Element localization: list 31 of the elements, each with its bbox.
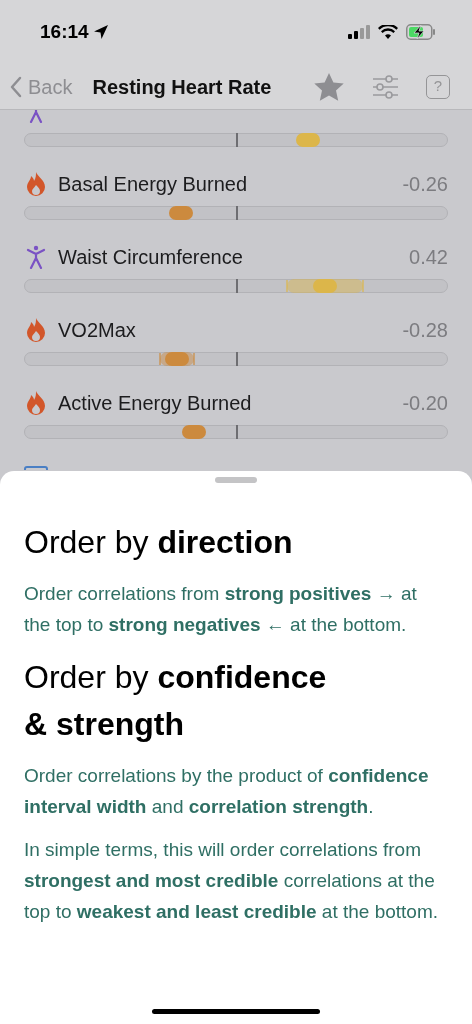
signal-icon <box>348 25 370 39</box>
sliders-icon <box>372 74 398 99</box>
location-icon <box>92 24 109 40</box>
figure-icon <box>24 245 48 269</box>
section-heading: Order by confidence & strength <box>24 658 328 744</box>
chevron-left-icon <box>10 75 22 98</box>
clock: 16:14 <box>40 19 89 44</box>
description-text: Order correlations from strong positives → at the top to strong negatives ← at the bottom. <box>24 582 418 637</box>
screen-title: Resting Heart Rate <box>92 74 272 100</box>
battery-charging-icon <box>406 24 436 40</box>
flame-icon <box>24 390 48 416</box>
correlation-value: -0.26 <box>402 172 448 197</box>
filter-button[interactable] <box>372 74 398 99</box>
sheet-handle[interactable] <box>215 477 257 483</box>
back-button[interactable]: Back <box>10 71 73 102</box>
description-text: In simple terms, this will order correlations from strongest and most credible correlations at the top to weakest and least credible at the bottom. <box>24 838 440 924</box>
flame-icon <box>24 171 48 197</box>
correlation-value: -0.20 <box>402 391 448 416</box>
flame-icon <box>24 317 48 343</box>
star-icon <box>314 72 344 101</box>
star-button[interactable] <box>314 72 344 101</box>
metric-name: Waist Circumference <box>58 245 243 270</box>
metric-name: VO2Max <box>58 318 136 343</box>
help-button[interactable]: ? <box>426 74 450 99</box>
section-heading: Order by direction <box>24 523 294 562</box>
correlation-value: -0.28 <box>402 318 448 343</box>
wifi-icon <box>378 25 398 39</box>
metric-name: Basal Energy Burned <box>58 172 247 197</box>
description-text: Order correlations by the product of confidence interval width and correlation strength. <box>24 764 430 819</box>
metric-name: Active Energy Burned <box>58 391 252 416</box>
correlation-value: 0.42 <box>409 245 448 270</box>
